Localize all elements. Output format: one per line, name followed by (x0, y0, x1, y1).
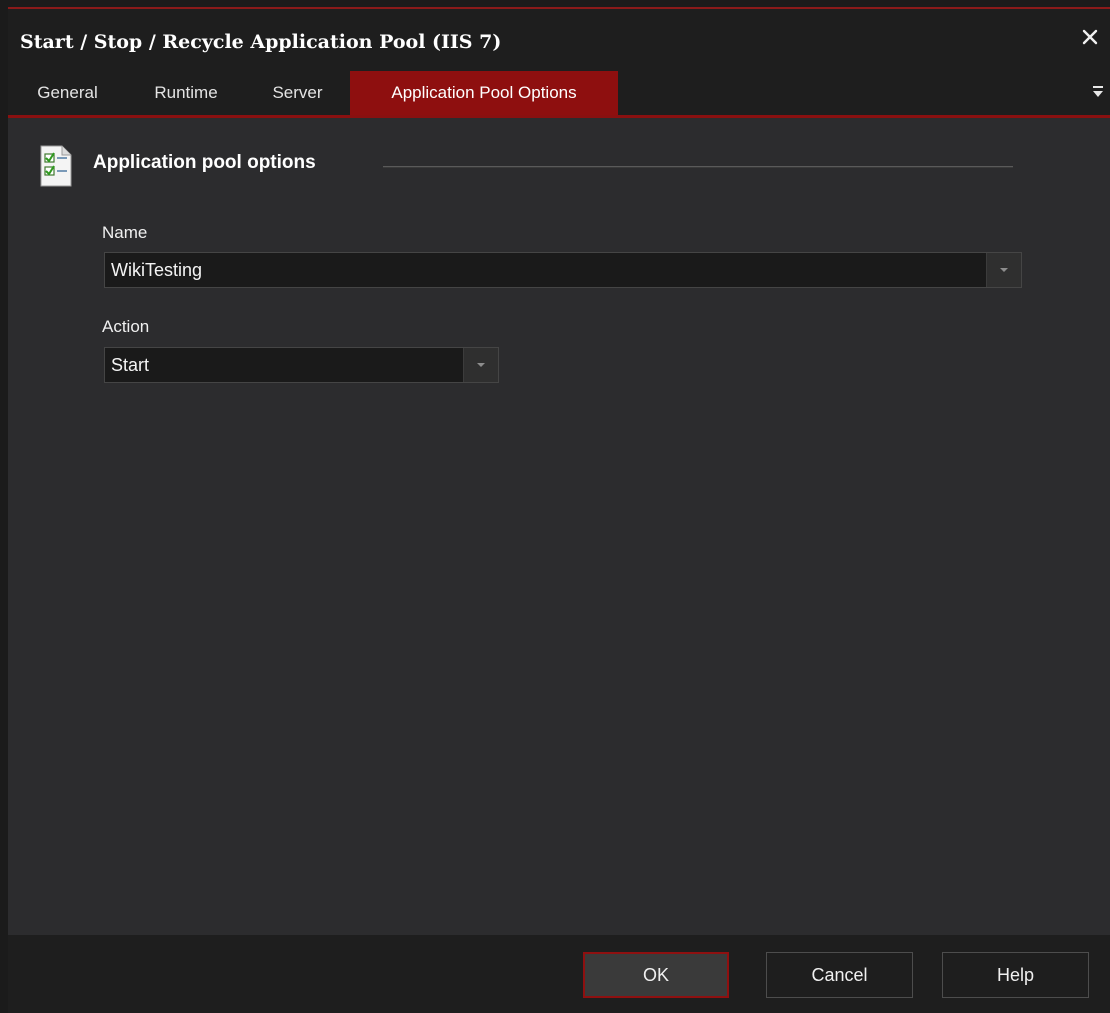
tab-server[interactable]: Server (245, 71, 350, 115)
window-title: Start / Stop / Recycle Application Pool … (20, 31, 502, 53)
section-divider (383, 166, 1013, 168)
help-button[interactable]: Help (942, 952, 1089, 998)
tab-application-pool-options[interactable]: Application Pool Options (350, 71, 618, 115)
cancel-button[interactable]: Cancel (766, 952, 913, 998)
name-value: WikiTesting (111, 260, 203, 280)
action-value: Start (111, 355, 150, 375)
checklist-document-icon (38, 144, 74, 188)
tab-general[interactable]: General (8, 71, 127, 115)
tab-runtime[interactable]: Runtime (127, 71, 245, 115)
name-label: Name (102, 223, 148, 242)
action-combobox[interactable]: Start (104, 347, 499, 383)
title-bar: Start / Stop / Recycle Application Pool … (8, 9, 1110, 71)
close-icon[interactable] (1078, 25, 1102, 49)
name-combobox[interactable]: WikiTesting (104, 252, 1022, 288)
tab-overflow-menu-icon[interactable] (1092, 85, 1104, 99)
dialog-window: Start / Stop / Recycle Application Pool … (8, 7, 1110, 1013)
tab-bar: General Runtime Server Application Pool … (8, 71, 1110, 118)
name-dropdown-arrow-icon[interactable] (986, 253, 1021, 287)
section-title: Application pool options (93, 152, 316, 173)
action-dropdown-arrow-icon[interactable] (463, 348, 498, 382)
button-bar: OK Cancel Help (8, 935, 1110, 1013)
ok-button[interactable]: OK (583, 952, 729, 998)
action-label: Action (102, 317, 150, 336)
